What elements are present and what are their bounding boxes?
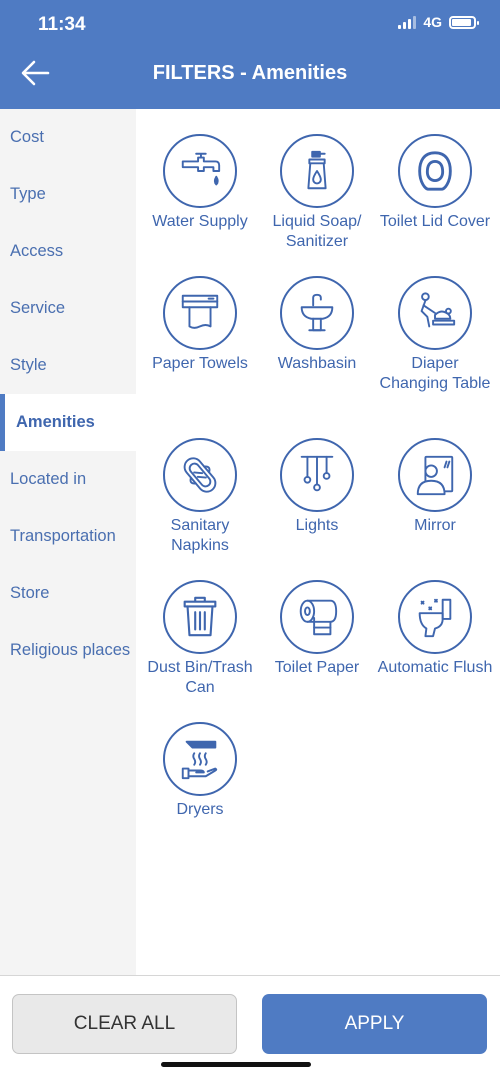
light-bulbs-icon: [280, 438, 354, 512]
amenity-liquid-soap[interactable]: Liquid Soap/ Sanitizer: [258, 134, 376, 252]
sidebar-item-religious-places[interactable]: Religious places: [0, 622, 136, 679]
amenity-label: Washbasin: [277, 355, 357, 372]
toilet-paper-icon: [280, 580, 354, 654]
sidebar-item-store[interactable]: Store: [0, 565, 136, 622]
amenity-washbasin[interactable]: Washbasin: [258, 276, 376, 374]
status-icons: 4G: [398, 14, 479, 30]
sanitary-pad-icon: [163, 438, 237, 512]
amenity-label: Toilet Paper: [274, 659, 360, 676]
amenity-dust-bin[interactable]: Dust Bin/Trash Can: [141, 580, 259, 698]
amenity-lights[interactable]: Lights: [258, 438, 376, 536]
apply-button[interactable]: APPLY: [262, 994, 487, 1054]
amenity-label: Sanitary Napkins: [170, 517, 230, 554]
signal-icon: [398, 15, 417, 29]
amenity-sanitary-napkins[interactable]: Sanitary Napkins: [141, 438, 259, 556]
amenity-dryers[interactable]: Dryers: [141, 722, 259, 820]
amenity-label: Liquid Soap/ Sanitizer: [272, 213, 362, 250]
amenity-label: Toilet Lid Cover: [379, 213, 491, 230]
amenity-label: Mirror: [414, 517, 456, 534]
amenity-label: Automatic Flush: [377, 659, 493, 676]
amenity-label: Paper Towels: [152, 355, 248, 372]
toilet-seat-icon: [398, 134, 472, 208]
top-bar: 11:34 4G FILTERS - Amenities: [0, 0, 500, 109]
filter-sidebar: Cost Type Access Service Style Amenities…: [0, 109, 136, 975]
baby-changing-icon: [398, 276, 472, 350]
footer-divider: [0, 975, 500, 976]
amenity-paper-towels[interactable]: Paper Towels: [141, 276, 259, 374]
sidebar-item-cost[interactable]: Cost: [0, 109, 136, 166]
sidebar-item-style[interactable]: Style: [0, 337, 136, 394]
trash-bin-icon: [163, 580, 237, 654]
status-time: 11:34: [38, 14, 86, 35]
amenity-label: Dryers: [176, 801, 224, 818]
amenity-water-supply[interactable]: Water Supply: [141, 134, 259, 232]
sidebar-item-amenities[interactable]: Amenities: [0, 394, 136, 451]
sidebar-item-access[interactable]: Access: [0, 223, 136, 280]
amenity-diaper-changing-table[interactable]: Diaper Changing Table: [376, 276, 494, 394]
amenity-toilet-lid-cover[interactable]: Toilet Lid Cover: [376, 134, 494, 232]
hand-dryer-icon: [163, 722, 237, 796]
page-title: FILTERS - Amenities: [152, 62, 348, 84]
faucet-icon: [163, 134, 237, 208]
network-label: 4G: [423, 14, 442, 30]
home-indicator: [161, 1062, 311, 1067]
sidebar-item-located-in[interactable]: Located in: [0, 451, 136, 508]
auto-flush-icon: [398, 580, 472, 654]
sidebar-item-type[interactable]: Type: [0, 166, 136, 223]
amenity-automatic-flush[interactable]: Automatic Flush: [376, 580, 494, 678]
soap-dispenser-icon: [280, 134, 354, 208]
amenity-label: Diaper Changing Table: [379, 355, 491, 392]
amenity-toilet-paper[interactable]: Toilet Paper: [258, 580, 376, 678]
clear-all-button[interactable]: CLEAR ALL: [12, 994, 237, 1054]
sidebar-item-service[interactable]: Service: [0, 280, 136, 337]
amenity-mirror[interactable]: Mirror: [376, 438, 494, 536]
washbasin-icon: [280, 276, 354, 350]
amenity-label: Lights: [295, 517, 339, 534]
amenity-label: Water Supply: [152, 213, 248, 230]
mirror-icon: [398, 438, 472, 512]
battery-icon: [449, 15, 479, 29]
sidebar-item-transportation[interactable]: Transportation: [0, 508, 136, 565]
paper-towel-icon: [163, 276, 237, 350]
amenity-label: Dust Bin/Trash Can: [147, 659, 253, 696]
